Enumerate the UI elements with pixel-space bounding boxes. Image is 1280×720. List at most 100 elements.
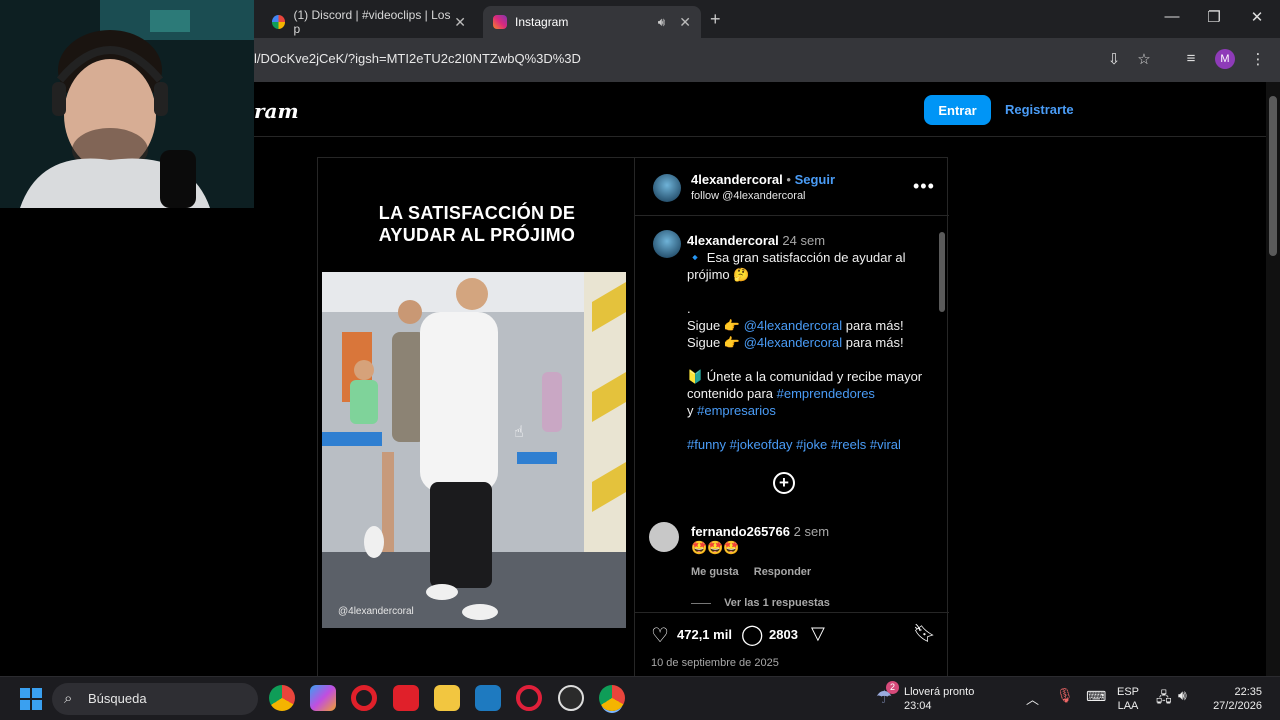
caption-hashtags[interactable]: #funny #jokeofday #joke #reels #viral	[687, 436, 927, 453]
login-button[interactable]: Entrar	[924, 95, 991, 125]
instagram-favicon-icon	[493, 15, 507, 29]
streamer-illustration	[0, 0, 254, 208]
obs-app-icon[interactable]	[558, 685, 584, 711]
taskbar-search-label: Búsqueda	[88, 691, 147, 706]
post-container: LA SATISFACCIÓN DE AYUDAR AL PRÓJIMO @4l…	[317, 157, 949, 678]
microphone-icon[interactable]: 🎙︎	[1056, 687, 1074, 704]
likes-count[interactable]: 472,1 mil	[677, 627, 732, 642]
caption-para-2: para más!	[845, 335, 904, 350]
post-caption: 4lexandercoral 24 sem 🔹 Esa gran satisfa…	[687, 232, 927, 453]
tab-discord[interactable]: (1) Discord | #videoclips | Los p ✕	[262, 6, 476, 38]
tab-instagram[interactable]: Instagram 🔊︎ ✕	[483, 6, 701, 38]
commenter-username[interactable]: fernando265766	[691, 524, 790, 539]
follow-separator: •	[786, 172, 791, 187]
author-username[interactable]: 4lexandercoral	[691, 172, 783, 187]
weather-title[interactable]: Lloverá pronto	[904, 685, 974, 699]
minimize-icon[interactable]: —	[1157, 8, 1187, 25]
share-send-icon[interactable]: ▽	[811, 623, 825, 644]
vegas-app-icon[interactable]	[475, 685, 501, 711]
restore-icon[interactable]: ❐	[1199, 8, 1229, 26]
comment-reply-button[interactable]: Responder	[754, 566, 811, 578]
discord-favicon-icon	[272, 15, 286, 29]
comment-text: 🤩🤩🤩	[691, 540, 740, 555]
caption-sigue: Sigue 👉	[687, 318, 741, 333]
caption-mention[interactable]: @4lexandercoral	[744, 318, 842, 333]
post-actions: ♡ 472,1 mil ◯ 2803 ▽ 🔖︎ 10 de septiembre…	[635, 612, 949, 678]
search-icon: ⌕	[64, 690, 73, 707]
comments-count[interactable]: 2803	[769, 627, 798, 642]
media-caption-text: LA SATISFACCIÓN DE AYUDAR AL PRÓJIMO	[378, 203, 576, 245]
profile-avatar[interactable]: M	[1215, 49, 1235, 69]
close-icon[interactable]: ✕	[679, 14, 691, 31]
caption-mention-2[interactable]: @4lexandercoral	[744, 335, 842, 350]
caption-line-1: 🔹 Esa gran satisfacción de ayudar al pró…	[687, 250, 906, 282]
load-more-comments-icon[interactable]: +	[773, 472, 795, 494]
audio-line[interactable]: follow @4lexandercoral	[691, 190, 806, 202]
caption-y: y	[687, 403, 694, 418]
hashtag-empresarios[interactable]: #empresarios	[697, 403, 776, 418]
comments-scrollbar[interactable]	[936, 220, 948, 610]
kebab-menu-icon[interactable]: ⋮	[1247, 50, 1269, 68]
weather-badge: 2	[886, 681, 899, 694]
youtube-app-icon[interactable]	[393, 685, 419, 711]
taskbar-search[interactable]: ⌕ Búsqueda	[52, 683, 258, 715]
caption-author-avatar[interactable]	[653, 230, 681, 258]
caption-para: para más!	[845, 318, 904, 333]
chrome-app-icon[interactable]	[269, 685, 295, 711]
comment-like-button[interactable]: Me gusta	[691, 566, 739, 578]
save-bookmark-icon[interactable]: 🔖︎	[913, 623, 936, 644]
page-scrollbar-thumb[interactable]	[1269, 96, 1277, 256]
close-icon[interactable]: ✕	[454, 14, 466, 31]
more-options-icon[interactable]: •••	[913, 176, 935, 197]
post-side-panel: 4lexandercoral • Seguir follow @4lexande…	[634, 158, 949, 678]
clock-date[interactable]: 27/2/2026	[1200, 699, 1262, 713]
author-avatar[interactable]	[653, 174, 681, 202]
chevron-up-icon[interactable]: ︿	[1026, 689, 1039, 708]
windows-taskbar: ⌕ Búsqueda ☂ 2 Lloverá pronto 23:04 ︿ 🎙︎…	[0, 676, 1280, 720]
caption-dot: .	[687, 301, 691, 316]
video-player[interactable]: @4lexandercoral	[322, 272, 626, 628]
comments-scrollbar-thumb[interactable]	[939, 232, 945, 312]
opera-app-icon[interactable]	[351, 685, 377, 711]
page-scrollbar[interactable]	[1266, 82, 1280, 676]
network-icon[interactable]: 🖧	[1156, 687, 1172, 711]
post-media[interactable]: LA SATISFACCIÓN DE AYUDAR AL PRÓJIMO @4l…	[318, 158, 634, 678]
instagram-logo[interactable]: ram	[254, 99, 299, 123]
view-replies-button[interactable]: Ver las 1 respuestas	[724, 597, 830, 609]
video-frame-illustration	[322, 272, 626, 628]
install-app-icon[interactable]: ⇩	[1103, 50, 1125, 68]
commenter-avatar[interactable]	[649, 522, 679, 552]
file-explorer-icon[interactable]	[434, 685, 460, 711]
language-layout[interactable]: LAA	[1116, 699, 1140, 713]
keyboard-icon[interactable]: ⌨	[1086, 688, 1106, 705]
volume-icon[interactable]: 🔊︎	[1178, 687, 1187, 704]
hashtag-emprendedores[interactable]: #emprendedores	[777, 386, 875, 401]
follow-button[interactable]: Seguir	[795, 172, 835, 187]
like-heart-icon[interactable]: ♡	[651, 623, 669, 648]
bookmark-star-icon[interactable]: ☆	[1133, 50, 1155, 68]
media-control-icon[interactable]: ≡	[1180, 50, 1202, 67]
weather-time: 23:04	[904, 700, 932, 712]
url-field[interactable]: l/DOcKve2jCeK/?igsh=MTI2eTU2c2I0NTZwbQ%3…	[254, 51, 581, 66]
tab-discord-label: (1) Discord | #videoclips | Los p	[293, 8, 451, 36]
replies-divider	[691, 602, 711, 604]
comment-bubble-icon[interactable]: ◯	[741, 622, 763, 647]
windows-start-icon[interactable]	[20, 688, 42, 710]
post-date: 10 de septiembre de 2025	[651, 657, 779, 669]
chrome-profile-app-icon[interactable]	[599, 685, 625, 711]
caption-author[interactable]: 4lexandercoral	[687, 233, 779, 248]
comments-section: 4lexandercoral 24 sem 🔹 Esa gran satisfa…	[635, 216, 949, 612]
clock-time[interactable]: 22:35	[1206, 685, 1262, 699]
caption-time: 24 sem	[782, 233, 826, 248]
video-watermark: @4lexandercoral	[338, 606, 414, 617]
window-close-icon[interactable]: ✕	[1242, 8, 1272, 26]
copilot-app-icon[interactable]	[310, 685, 336, 711]
signup-link[interactable]: Registrarte	[1005, 102, 1074, 117]
language-code[interactable]: ESP	[1116, 685, 1140, 699]
comment-time: 2 sem	[793, 524, 830, 539]
caption-sigue-2: Sigue 👉	[687, 335, 741, 350]
mouse-cursor-icon: ☝	[514, 424, 524, 441]
new-tab-plus-icon[interactable]: +	[710, 9, 721, 30]
opera-gx-app-icon[interactable]	[516, 685, 542, 711]
speaker-icon[interactable]: 🔊︎	[658, 15, 666, 30]
